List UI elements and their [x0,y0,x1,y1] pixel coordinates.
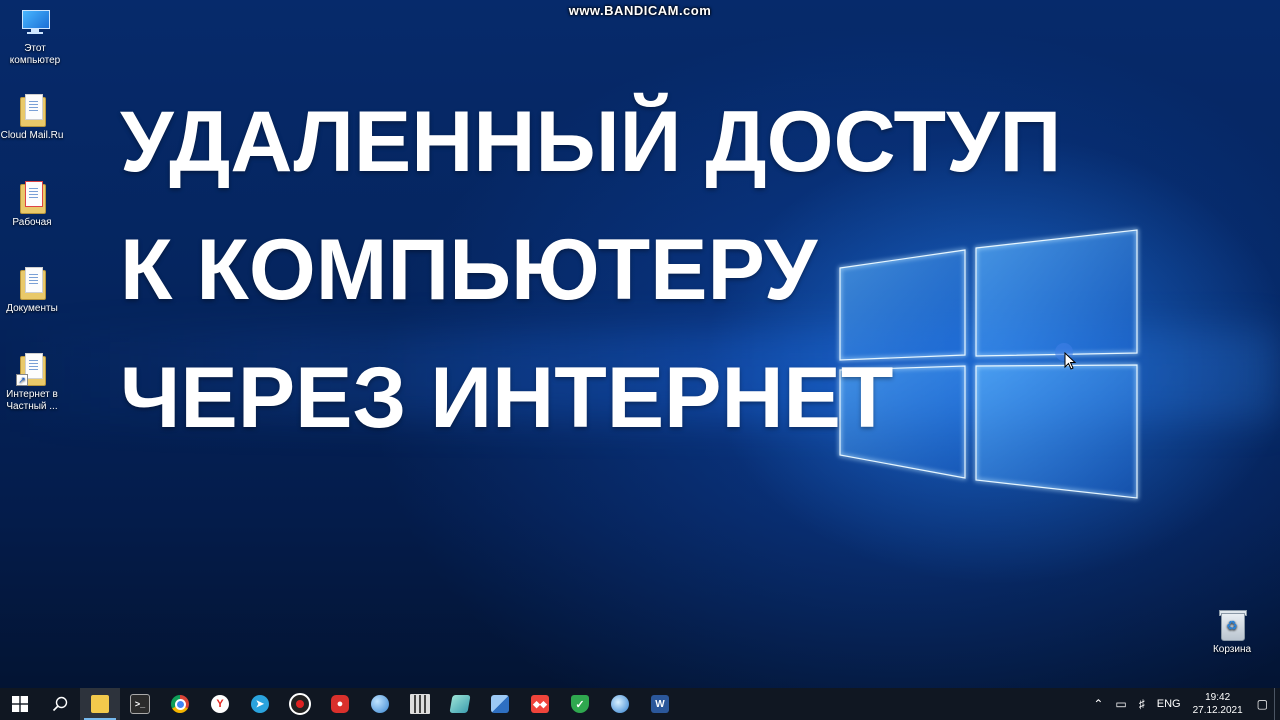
folder-shortcut-icon: ↗ [16,352,48,386]
desktop-icon-recycle-bin[interactable]: ♻ Корзина [1197,607,1267,656]
clock-time: 19:42 [1205,692,1231,703]
calculator-icon [410,694,430,714]
taskbar-app-terminal[interactable]: >_ [120,688,160,720]
show-desktop-button[interactable] [1274,688,1280,720]
desktop-icon-label: Cloud Mail.Ru [0,130,64,141]
taskbar-app-calculator[interactable] [400,688,440,720]
taskbar-app-yandex-browser[interactable]: Y [200,688,240,720]
taskbar-app-recorder[interactable] [280,688,320,720]
taskbar-app-telegram[interactable]: ➤ [240,688,280,720]
console-icon: >_ [130,694,150,714]
chrome-icon [171,695,189,713]
word-icon: W [651,695,669,713]
clock[interactable]: 19:42 27.12.2021 [1187,691,1251,717]
desktop[interactable]: www.BANDICAM.com УДАЛЕННЫЙ ДОСТУП К КОМП… [0,0,1280,688]
desktop-icon-label: Этот компьютер [9,43,61,66]
title-line-2: К КОМПЬЮТЕРУ [120,222,818,318]
volume-icon[interactable]: ♯ [1133,697,1151,711]
search-button[interactable] [40,688,80,720]
taskbar-app-chrome[interactable] [160,688,200,720]
taskbar-app-globe[interactable] [360,688,400,720]
taskbar-app-red[interactable]: ● [320,688,360,720]
clock-date: 27.12.2021 [1192,705,1243,716]
shortcut-arrow-icon: ↗ [16,374,28,386]
folder-icon [91,695,109,713]
desktop-icon-cloud-mail[interactable]: Cloud Mail.Ru [0,93,67,142]
desktop-icon-label: Интернет в Частный ... [6,389,58,412]
notes-icon [449,695,471,713]
notifications-icon[interactable]: ▢ [1251,697,1274,711]
remote-globe-icon [611,695,629,713]
video-title-overlay: УДАЛЕННЫЙ ДОСТУП К КОМПЬЮТЕРУ ЧЕРЕЗ ИНТЕ… [120,78,1240,462]
yandex-icon: Y [211,695,229,713]
desktop-icon-documents[interactable]: Документы [0,266,67,315]
telegram-icon: ➤ [251,695,269,713]
start-button[interactable] [0,688,40,720]
folder-icon [16,266,48,300]
desktop-icon-workspace[interactable]: Рабочая [0,180,67,229]
folder-icon [16,93,48,127]
network-icon[interactable]: ▭ [1109,697,1132,711]
taskbar-app-remote[interactable] [600,688,640,720]
taskbar-app-file-explorer[interactable] [80,688,120,720]
taskbar-app-shield[interactable]: ✓ [560,688,600,720]
system-tray: ⌃ ▭ ♯ ENG 19:42 27.12.2021 ▢ [1087,688,1280,720]
red-hexagon-icon: ● [331,695,349,713]
shield-icon: ✓ [571,695,589,713]
anydesk-icon: ◆◆ [531,695,549,713]
desktop-icon-label: Корзина [1212,644,1252,655]
recycle-bin-icon: ♻ [1216,607,1248,641]
mouse-cursor-icon [1055,343,1077,370]
taskbar-app-anydesk[interactable]: ◆◆ [520,688,560,720]
search-icon [52,696,68,712]
folder-icon [16,180,48,214]
title-line-1: УДАЛЕННЫЙ ДОСТУП [120,94,1062,190]
windows-logo-icon [12,696,28,712]
globe-icon [371,695,389,713]
desktop-icon-internet-shortcut[interactable]: ↗ Интернет в Частный ... [0,352,67,413]
record-icon [289,693,311,715]
taskbar-app-notes[interactable] [440,688,480,720]
bandicam-watermark: www.BANDICAM.com [568,3,712,18]
network-computers-icon [491,695,509,713]
taskbar-app-word[interactable]: W [640,688,680,720]
desktop-icon-this-pc[interactable]: Этот компьютер [0,6,70,67]
taskbar-app-network[interactable] [480,688,520,720]
chevron-up-icon[interactable]: ⌃ [1087,697,1109,711]
desktop-icon-label: Документы [6,303,58,314]
language-indicator[interactable]: ENG [1151,698,1187,710]
computer-icon [19,6,51,40]
desktop-icon-label: Рабочая [12,217,52,228]
